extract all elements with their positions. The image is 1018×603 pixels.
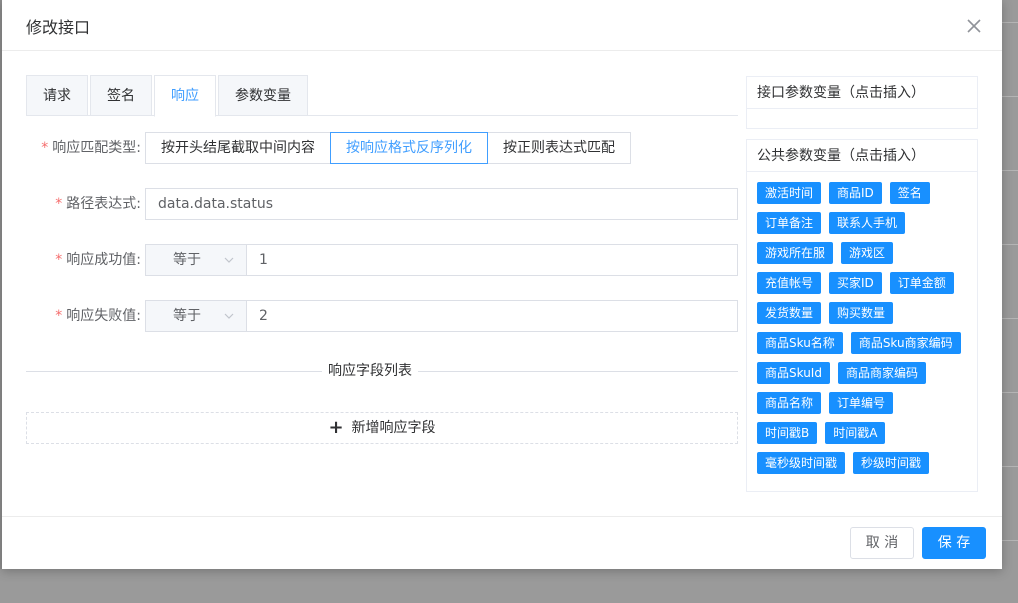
param-tag[interactable]: 商品Sku名称 (757, 332, 843, 354)
tab-signature[interactable]: 签名 (90, 75, 152, 116)
tag-row: 商品Sku名称 商品Sku商家编码 (757, 332, 969, 354)
param-tag[interactable]: 游戏区 (841, 242, 894, 264)
success-operator-select[interactable]: 等于 (145, 244, 247, 276)
param-tag[interactable]: 商品SkuId (757, 362, 830, 384)
dialog-title: 修改接口 (26, 18, 91, 37)
param-tag[interactable]: 购买数量 (829, 302, 894, 324)
required-mark: * (55, 196, 63, 212)
tag-row: 激活时间 商品ID 签名 (757, 182, 969, 204)
response-fields-divider-label: 响应字段列表 (322, 361, 418, 381)
path-expression-label: * 路径表达式: (55, 196, 141, 212)
tab-bar: 请求 签名 响应 参数变量 (26, 75, 738, 117)
plus-icon: + (328, 417, 344, 438)
failure-operator-select[interactable]: 等于 (145, 300, 247, 332)
success-value-row: * 响应成功值: 等于 1 (26, 244, 738, 276)
match-type-label: * 响应匹配类型: (41, 140, 141, 156)
tag-row: 毫秒级时间戳 秒级时间戳 (757, 452, 969, 474)
cancel-button[interactable]: 取 消 (850, 527, 914, 559)
param-tag[interactable]: 商品ID (829, 182, 882, 204)
param-tag[interactable]: 商品商家编码 (837, 362, 926, 384)
match-type-deserialize-button[interactable]: 按响应格式反序列化 (330, 132, 488, 164)
param-tag[interactable]: 发货数量 (757, 302, 822, 324)
backdrop-line (1002, 392, 1018, 393)
failure-value-row: * 响应失败值: 等于 2 (26, 300, 738, 332)
footer-divider (2, 516, 1002, 517)
public-params-panel: 公共参数变量（点击插入） 激活时间 商品ID 签名 订单备注 联系人手机 游戏所… (746, 139, 978, 492)
backdrop-right (1002, 0, 1018, 603)
success-value-input[interactable]: 1 (246, 244, 738, 276)
add-response-field-button[interactable]: + 新增响应字段 (26, 412, 738, 444)
tab-response[interactable]: 响应 (154, 75, 216, 117)
param-tag[interactable]: 秒级时间戳 (853, 452, 930, 474)
param-tag[interactable]: 时间戳B (757, 422, 818, 444)
param-tag[interactable]: 充值帐号 (757, 272, 822, 294)
save-button[interactable]: 保 存 (922, 527, 986, 559)
tab-param-vars[interactable]: 参数变量 (218, 75, 308, 116)
param-tag[interactable]: 毫秒级时间戳 (757, 452, 846, 474)
backdrop-line (1002, 244, 1018, 245)
match-type-regex-button[interactable]: 按正则表达式匹配 (487, 132, 631, 164)
tag-row: 商品SkuId 商品商家编码 (757, 362, 969, 384)
backdrop-line (1002, 170, 1018, 171)
tag-row: 游戏所在服 游戏区 (757, 242, 969, 264)
param-tag[interactable]: 订单编号 (829, 392, 894, 414)
match-type-row: * 响应匹配类型: 按开头结尾截取中间内容 按响应格式反序列化 按正则表达式匹配 (26, 132, 738, 164)
failure-value-label: * 响应失败值: (55, 308, 141, 324)
param-tag[interactable]: 激活时间 (757, 182, 822, 204)
backdrop-line (1002, 466, 1018, 467)
dialog-header: 修改接口 (2, 0, 1002, 51)
backdrop-bottom (0, 569, 1018, 603)
param-tag[interactable]: 订单金额 (889, 272, 954, 294)
param-tag[interactable]: 签名 (889, 182, 930, 204)
param-tag[interactable]: 买家ID (829, 272, 882, 294)
tag-row: 商品名称 订单编号 (757, 392, 969, 414)
close-icon[interactable] (962, 14, 986, 38)
backdrop-line (1002, 96, 1018, 97)
interface-params-title: 接口参数变量（点击插入） (747, 77, 977, 109)
tag-row: 时间戳B 时间戳A (757, 422, 969, 444)
required-mark: * (55, 252, 63, 268)
edit-interface-dialog: 修改接口 请求 签名 响应 参数变量 * 响应匹配类型: 按开头结尾截取中间内容 … (2, 0, 1002, 569)
chevron-down-icon (224, 257, 234, 263)
tag-row: 充值帐号 买家ID 订单金额 (757, 272, 969, 294)
backdrop-line (1002, 22, 1018, 23)
required-mark: * (55, 308, 63, 324)
success-value-label: * 响应成功值: (55, 252, 141, 268)
param-tag[interactable]: 商品名称 (757, 392, 822, 414)
param-tag[interactable]: 商品Sku商家编码 (850, 332, 961, 354)
tab-request[interactable]: 请求 (26, 75, 88, 116)
backdrop-line (1002, 540, 1018, 541)
failure-value-input[interactable]: 2 (246, 300, 738, 332)
path-expression-row: * 路径表达式: data.data.status (26, 188, 738, 220)
param-tag[interactable]: 联系人手机 (829, 212, 906, 234)
public-params-title: 公共参数变量（点击插入） (747, 140, 977, 172)
tag-row: 订单备注 联系人手机 (757, 212, 969, 234)
param-tag[interactable]: 订单备注 (757, 212, 822, 234)
backdrop-line (1002, 318, 1018, 319)
public-params-tags: 激活时间 商品ID 签名 订单备注 联系人手机 游戏所在服 游戏区 充值帐号 买… (757, 182, 969, 482)
param-tag[interactable]: 游戏所在服 (757, 242, 834, 264)
chevron-down-icon (224, 313, 234, 319)
required-mark: * (41, 140, 49, 156)
param-tag[interactable]: 时间戳A (825, 422, 886, 444)
tag-row: 发货数量 购买数量 (757, 302, 969, 324)
path-expression-input[interactable]: data.data.status (145, 188, 738, 220)
interface-params-panel: 接口参数变量（点击插入） (746, 76, 978, 129)
match-type-substring-button[interactable]: 按开头结尾截取中间内容 (145, 132, 331, 164)
